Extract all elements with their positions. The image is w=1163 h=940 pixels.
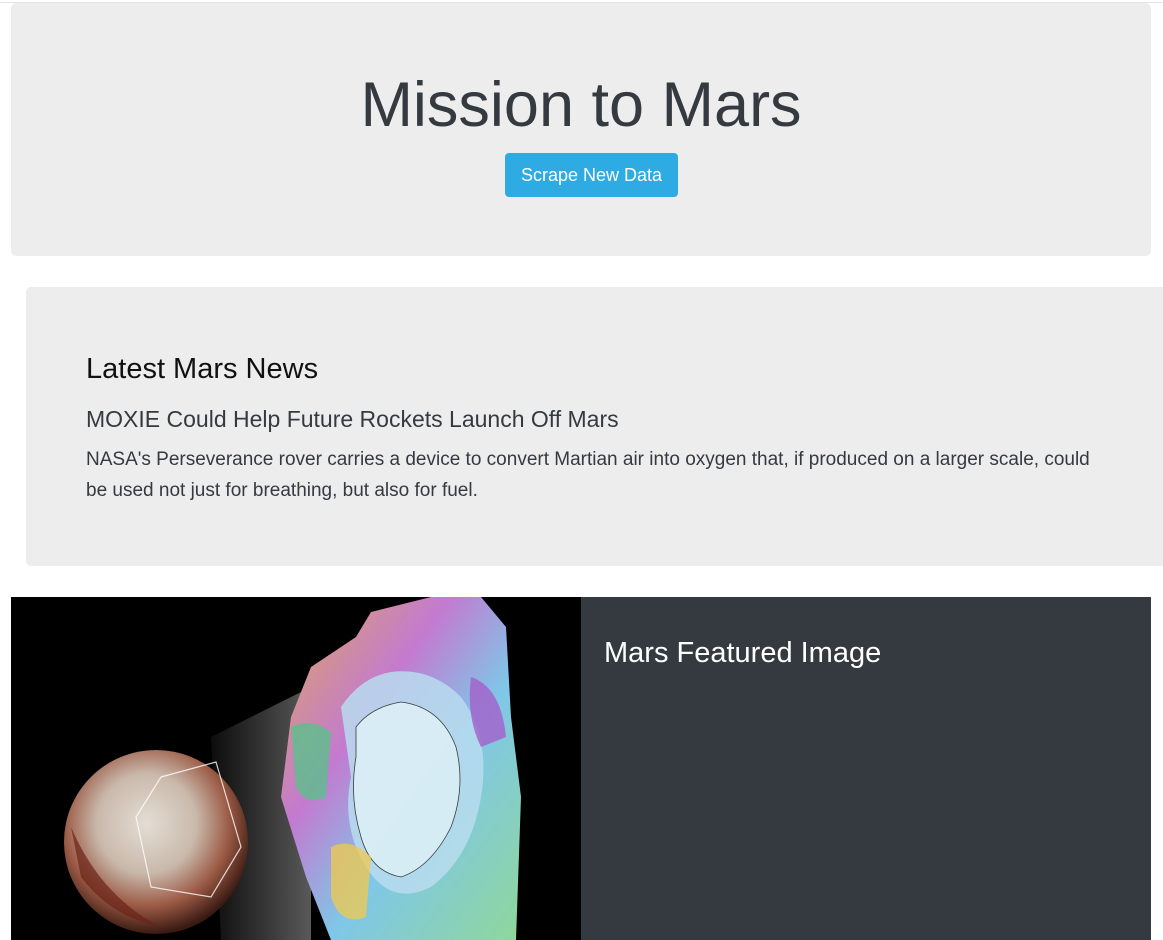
latest-news-section: Latest Mars News MOXIE Could Help Future… [26,287,1163,566]
featured-image-section: Mars Featured Image [11,597,1151,940]
header-jumbotron: Mission to Mars Scrape New Data [11,3,1151,256]
page: Mission to Mars Scrape New Data Latest M… [0,0,1163,940]
news-headline: MOXIE Could Help Future Rockets Launch O… [86,406,619,432]
featured-image-graphic [11,597,581,940]
scrape-new-data-button[interactable]: Scrape New Data [505,153,678,197]
news-teaser: NASA's Perseverance rover carries a devi… [86,449,1090,501]
featured-panel: Mars Featured Image [581,597,1151,940]
news-section-title: Latest Mars News [86,353,319,385]
featured-section-title: Mars Featured Image [604,637,882,669]
page-title: Mission to Mars [360,70,802,140]
featured-image [11,597,581,940]
